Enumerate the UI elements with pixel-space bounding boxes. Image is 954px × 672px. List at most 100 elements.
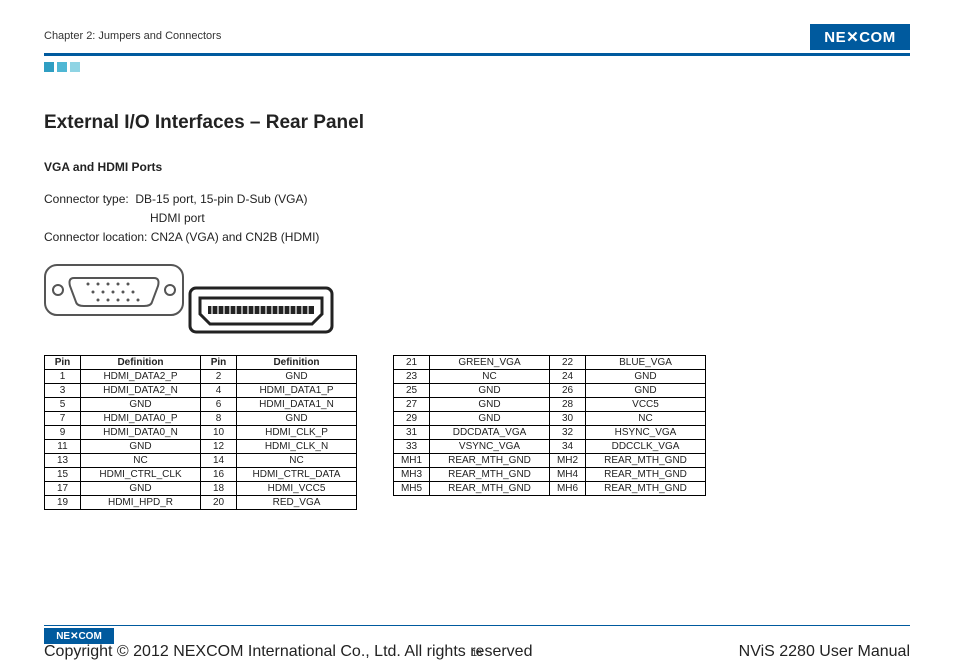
pin-cell: 12	[201, 439, 237, 453]
pin-cell: 18	[201, 481, 237, 495]
definition-cell: GND	[81, 439, 201, 453]
pin-cell: 23	[394, 369, 430, 383]
pin-cell: 29	[394, 411, 430, 425]
connector-diagrams	[44, 264, 910, 339]
page-header: Chapter 2: Jumpers and Connectors NE✕COM	[44, 24, 910, 56]
definition-cell: HSYNC_VGA	[586, 425, 706, 439]
pin-cell: 21	[394, 355, 430, 369]
table-row: 19HDMI_HPD_R20RED_VGA	[45, 495, 357, 509]
definition-cell: REAR_MTH_GND	[430, 453, 550, 467]
table-header-definition: Definition	[81, 355, 201, 369]
table-row: 11GND12HDMI_CLK_N	[45, 439, 357, 453]
pin-cell: 31	[394, 425, 430, 439]
nexcom-logo: NE✕COM	[810, 24, 910, 50]
table-row: 1HDMI_DATA2_P2GND	[45, 369, 357, 383]
pin-cell: 5	[45, 397, 81, 411]
connector-location: Connector location: CN2A (VGA) and CN2B …	[44, 228, 910, 247]
pin-cell: 17	[45, 481, 81, 495]
pin-cell: 3	[45, 383, 81, 397]
definition-cell: HDMI_HPD_R	[81, 495, 201, 509]
definition-cell: HDMI_CLK_N	[237, 439, 357, 453]
definition-cell: HDMI_CLK_P	[237, 425, 357, 439]
pin-cell: 7	[45, 411, 81, 425]
table-row: 9HDMI_DATA0_N10HDMI_CLK_P	[45, 425, 357, 439]
table-row: 31DDCDATA_VGA32HSYNC_VGA	[394, 425, 706, 439]
pin-cell: 27	[394, 397, 430, 411]
definition-cell: REAR_MTH_GND	[586, 453, 706, 467]
definition-cell: GND	[586, 369, 706, 383]
pin-cell: 4	[201, 383, 237, 397]
connector-type-label: Connector type:	[44, 192, 129, 206]
pin-cell: 34	[550, 439, 586, 453]
pin-cell: 9	[45, 425, 81, 439]
hdmi-port-icon	[188, 286, 334, 334]
connector-description: Connector type: DB-15 port, 15-pin D-Sub…	[44, 190, 910, 248]
table-row: MH1REAR_MTH_GNDMH2REAR_MTH_GND	[394, 453, 706, 467]
definition-cell: GND	[430, 397, 550, 411]
table-row: 17GND18HDMI_VCC5	[45, 481, 357, 495]
definition-cell: RED_VGA	[237, 495, 357, 509]
definition-cell: REAR_MTH_GND	[586, 467, 706, 481]
pin-cell: 33	[394, 439, 430, 453]
page-content: External I/O Interfaces – Rear Panel VGA…	[44, 112, 910, 510]
pin-cell: MH1	[394, 453, 430, 467]
pin-table-left: Pin Definition Pin Definition 1HDMI_DATA…	[44, 355, 357, 510]
definition-cell: HDMI_DATA0_N	[81, 425, 201, 439]
nexcom-footer-logo: NE✕COM	[44, 628, 114, 644]
table-row: 21GREEN_VGA22BLUE_VGA	[394, 355, 706, 369]
definition-cell: HDMI_DATA2_P	[81, 369, 201, 383]
pin-cell: 19	[45, 495, 81, 509]
definition-cell: NC	[586, 411, 706, 425]
chapter-label: Chapter 2: Jumpers and Connectors	[44, 30, 221, 42]
definition-cell: HDMI_CTRL_CLK	[81, 467, 201, 481]
table-row: 33VSYNC_VGA34DDCCLK_VGA	[394, 439, 706, 453]
pin-cell: 2	[201, 369, 237, 383]
definition-cell: HDMI_DATA0_P	[81, 411, 201, 425]
definition-cell: GREEN_VGA	[430, 355, 550, 369]
definition-cell: GND	[430, 383, 550, 397]
pin-cell: 6	[201, 397, 237, 411]
table-row: 15HDMI_CTRL_CLK16HDMI_CTRL_DATA	[45, 467, 357, 481]
definition-cell: DDCCLK_VGA	[586, 439, 706, 453]
section-title: External I/O Interfaces – Rear Panel	[44, 112, 910, 134]
definition-cell: GND	[430, 411, 550, 425]
pin-table-right: 21GREEN_VGA22BLUE_VGA23NC24GND25GND26GND…	[393, 355, 706, 496]
definition-cell: NC	[237, 453, 357, 467]
pin-cell: 26	[550, 383, 586, 397]
definition-cell: HDMI_DATA2_N	[81, 383, 201, 397]
definition-cell: GND	[237, 411, 357, 425]
table-row: 7HDMI_DATA0_P8GND	[45, 411, 357, 425]
definition-cell: HDMI_DATA1_N	[237, 397, 357, 411]
square-icon	[70, 62, 80, 72]
table-row: 23NC24GND	[394, 369, 706, 383]
square-icon	[57, 62, 67, 72]
pin-cell: MH5	[394, 481, 430, 495]
definition-cell: NC	[430, 369, 550, 383]
table-row: 13NC14NC	[45, 453, 357, 467]
pin-cell: 22	[550, 355, 586, 369]
definition-cell: HDMI_VCC5	[237, 481, 357, 495]
pin-cell: 10	[201, 425, 237, 439]
table-row: 25GND26GND	[394, 383, 706, 397]
definition-cell: GND	[586, 383, 706, 397]
pin-tables: Pin Definition Pin Definition 1HDMI_DATA…	[44, 355, 910, 510]
definition-cell: VSYNC_VGA	[430, 439, 550, 453]
page-footer: NE✕COM Copyright © 2012 NEXCOM Internati…	[44, 625, 910, 658]
connector-type-value-1: DB-15 port, 15-pin D-Sub (VGA)	[135, 192, 307, 206]
pin-cell: 13	[45, 453, 81, 467]
definition-cell: GND	[81, 481, 201, 495]
definition-cell: GND	[237, 369, 357, 383]
table-header-pin: Pin	[45, 355, 81, 369]
pin-cell: MH4	[550, 467, 586, 481]
definition-cell: VCC5	[586, 397, 706, 411]
pin-cell: MH6	[550, 481, 586, 495]
square-icon	[44, 62, 54, 72]
definition-cell: REAR_MTH_GND	[586, 481, 706, 495]
definition-cell: REAR_MTH_GND	[430, 467, 550, 481]
table-row: 3HDMI_DATA2_N4HDMI_DATA1_P	[45, 383, 357, 397]
table-row: 5GND6HDMI_DATA1_N	[45, 397, 357, 411]
definition-cell: REAR_MTH_GND	[430, 481, 550, 495]
pin-cell: 32	[550, 425, 586, 439]
table-header-definition: Definition	[237, 355, 357, 369]
pin-cell: MH2	[550, 453, 586, 467]
